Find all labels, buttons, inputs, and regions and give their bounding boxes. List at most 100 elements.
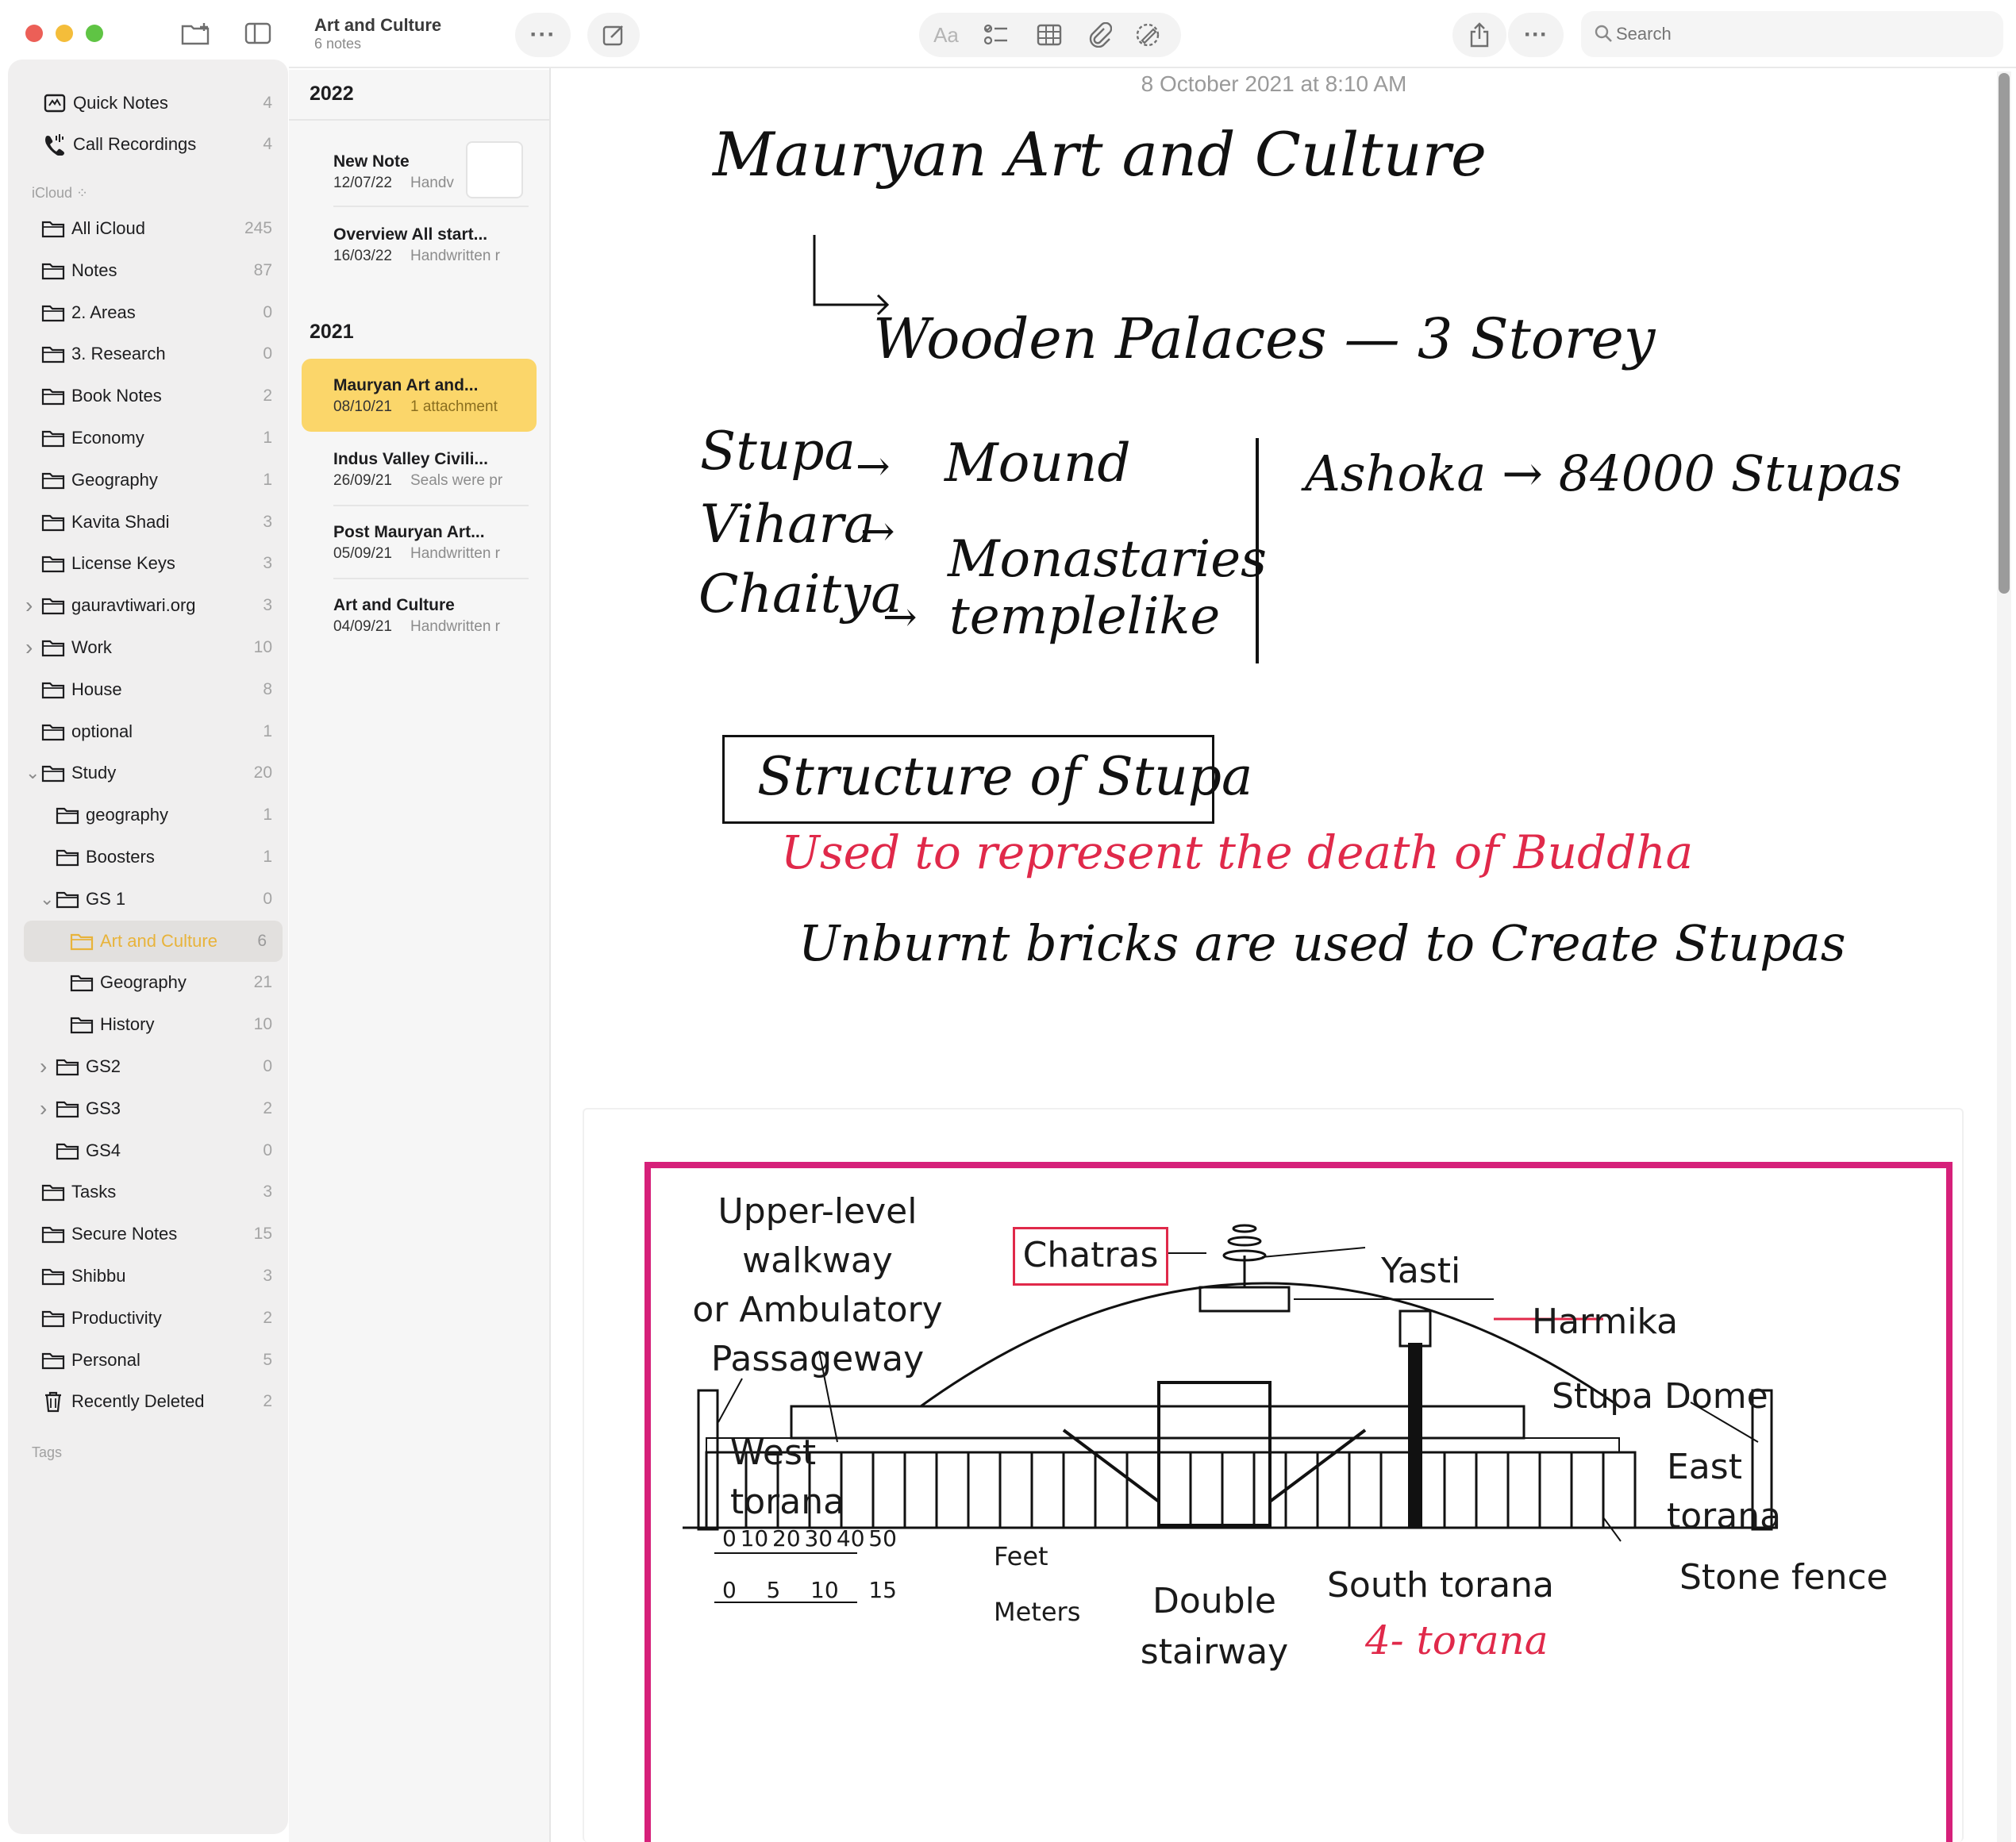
- chevron-right-icon[interactable]: ›: [25, 593, 33, 618]
- sidebar-item-label: 3. Research: [71, 344, 166, 363]
- chevron-right-icon[interactable]: ›: [25, 635, 33, 660]
- note-more-icon[interactable]: ···: [1508, 13, 1564, 57]
- tick-label: 20: [772, 1525, 801, 1552]
- note-list-item[interactable]: Post Mauryan Art... 05/09/21 Handwritten…: [302, 506, 537, 579]
- sidebar-item-label: geography: [86, 805, 168, 825]
- compose-note-icon[interactable]: [587, 13, 640, 57]
- sidebar-folder-shibbu[interactable]: Shibbu 3: [8, 1256, 288, 1297]
- attachment-paperclip-icon[interactable]: [1083, 13, 1118, 57]
- sidebar-item-count: 2: [263, 1099, 272, 1117]
- note-list-item[interactable]: Art and Culture 04/09/21 Handwritten r: [302, 579, 537, 652]
- minimize-window-button[interactable]: [56, 25, 73, 42]
- sidebar-folder-gs-1[interactable]: ⌄ GS 1 0: [8, 879, 288, 920]
- sidebar-item-label: History: [100, 1014, 155, 1034]
- sidebar-item-label: Quick Notes: [73, 93, 168, 113]
- sidebar-folder-productivity[interactable]: Productivity 2: [8, 1298, 288, 1339]
- sidebar-folder-history[interactable]: History 10: [8, 1004, 288, 1045]
- sidebar-folder-notes[interactable]: Notes 87: [8, 250, 288, 291]
- sidebar-folder-all-icloud[interactable]: All iCloud 245: [8, 208, 288, 249]
- sidebar-folder-gs2[interactable]: › GS2 0: [8, 1046, 288, 1087]
- label-line: Upper-level: [718, 1191, 918, 1232]
- sidebar-folder-kavita-shadi[interactable]: Kavita Shadi 3: [8, 502, 288, 543]
- sidebar-item-label: GS3: [86, 1098, 121, 1118]
- sidebar-folder-economy[interactable]: Economy 1: [8, 417, 288, 459]
- folder-icon: [56, 889, 79, 909]
- zoom-window-button[interactable]: [86, 25, 103, 42]
- share-icon[interactable]: [1452, 13, 1506, 57]
- folder-icon: [56, 1140, 79, 1161]
- label-west-torana: West torana: [730, 1429, 849, 1527]
- sidebar-item-label: Work: [71, 637, 112, 657]
- sidebar-folder-tasks[interactable]: Tasks 3: [8, 1171, 288, 1213]
- sidebar-item-label: License Keys: [71, 553, 175, 573]
- tick-label: 50: [868, 1525, 897, 1552]
- sidebar-folder-study[interactable]: ⌄ Study 20: [8, 752, 288, 794]
- chevron-right-icon[interactable]: ›: [40, 1096, 47, 1121]
- markup-pen-icon[interactable]: [1130, 13, 1165, 57]
- note-count: 6 notes: [314, 36, 362, 52]
- sidebar-folder-geography[interactable]: Geography 1: [8, 460, 288, 501]
- phone-waveform-icon: [43, 134, 67, 156]
- sidebar-folder-license-keys[interactable]: License Keys 3: [8, 543, 288, 584]
- table-icon[interactable]: [1032, 13, 1067, 57]
- sidebar-item-count: 3: [263, 596, 272, 614]
- more-options-icon[interactable]: ···: [515, 13, 571, 57]
- text-format-button[interactable]: Aa: [930, 13, 962, 57]
- sidebar-folder-personal[interactable]: Personal 5: [8, 1340, 288, 1381]
- sidebar-item-label: Secure Notes: [71, 1224, 178, 1244]
- sidebar-folder-art-and-culture[interactable]: Art and Culture 6: [24, 921, 283, 962]
- sidebar-folder-gs3[interactable]: › GS3 2: [8, 1088, 288, 1129]
- sidebar-folder-house[interactable]: House 8: [8, 669, 288, 710]
- sidebar-folder-work[interactable]: › Work 10: [8, 627, 288, 668]
- sidebar-folder-geography[interactable]: Geography 21: [8, 962, 288, 1003]
- chevron-right-icon[interactable]: ›: [40, 1054, 47, 1079]
- sidebar-item-call-recordings[interactable]: Call Recordings 4: [8, 124, 288, 165]
- stupa-diagram-image[interactable]: Upper-level walkway or Ambulatory Passag…: [644, 1162, 1953, 1842]
- sidebar-folder-secure-notes[interactable]: Secure Notes 15: [8, 1213, 288, 1255]
- sidebar-folder-gauravtiwari-org[interactable]: › gauravtiwari.org 3: [8, 585, 288, 626]
- icloud-section-header[interactable]: iCloud ⁘: [32, 185, 88, 202]
- sidebar-folder-book-notes[interactable]: Book Notes 2: [8, 375, 288, 417]
- tick-label: 10: [810, 1577, 839, 1603]
- label-upper-walkway: Upper-level walkway or Ambulatory Passag…: [691, 1187, 945, 1384]
- folder-icon: [41, 1224, 65, 1244]
- handwritten-title: Mauryan Art and Culture: [713, 119, 1487, 190]
- folder-icon: [41, 344, 65, 364]
- sidebar-folder-gs4[interactable]: GS4 0: [8, 1130, 288, 1171]
- sidebar-folder-optional[interactable]: optional 1: [8, 711, 288, 752]
- sidebar-item-count: 21: [253, 973, 272, 991]
- sidebar-folder-2-areas[interactable]: 2. Areas 0: [8, 292, 288, 333]
- sidebar-folder-3-research[interactable]: 3. Research 0: [8, 333, 288, 375]
- close-window-button[interactable]: [25, 25, 43, 42]
- sidebar-folder-recently-deleted[interactable]: Recently Deleted 2: [8, 1381, 288, 1422]
- label-line: West: [730, 1432, 817, 1473]
- handwritten-stupa: Stupa: [700, 421, 856, 482]
- sidebar-folder-boosters[interactable]: Boosters 1: [8, 836, 288, 878]
- search-input[interactable]: [1616, 21, 1989, 48]
- note-list-item-selected[interactable]: Mauryan Art and... 08/10/21 1 attachment: [302, 359, 537, 432]
- note-list-item[interactable]: Overview All start... 16/03/22 Handwritt…: [302, 208, 537, 281]
- sidebar-item-label: Economy: [71, 428, 144, 448]
- label-harmika: Harmika: [1532, 1302, 1679, 1342]
- chevron-down-icon[interactable]: ⌄: [40, 889, 54, 909]
- note-list-item[interactable]: New Note 12/07/22 Handv: [302, 135, 537, 208]
- note-list-item[interactable]: Indus Valley Civili... 26/09/21 Seals we…: [302, 433, 537, 506]
- checklist-icon[interactable]: [979, 13, 1014, 57]
- sidebar-toggle-icon[interactable]: [240, 17, 275, 49]
- sidebar-folder-geography[interactable]: geography 1: [8, 794, 288, 836]
- chevron-down-icon[interactable]: ⌄: [25, 763, 40, 783]
- sidebar-item-count: 8: [263, 680, 272, 698]
- sidebar-item-quick-notes[interactable]: Quick Notes 4: [8, 83, 288, 124]
- tags-section-header[interactable]: Tags: [32, 1444, 62, 1461]
- quick-notes-icon: [43, 93, 67, 113]
- editor-scrollbar-thumb[interactable]: [1999, 73, 2010, 594]
- sidebar-item-count: 2: [263, 1392, 272, 1410]
- new-folder-icon[interactable]: [179, 17, 214, 49]
- folder-icon: [41, 386, 65, 406]
- handwritten-arrow-1: →: [856, 443, 891, 490]
- note-separator: [333, 206, 529, 207]
- label-line: Double: [1152, 1581, 1276, 1621]
- sidebar-item-count: 87: [253, 261, 272, 279]
- handwritten-templelike: templelike: [949, 587, 1221, 646]
- folder-icon: [41, 302, 65, 323]
